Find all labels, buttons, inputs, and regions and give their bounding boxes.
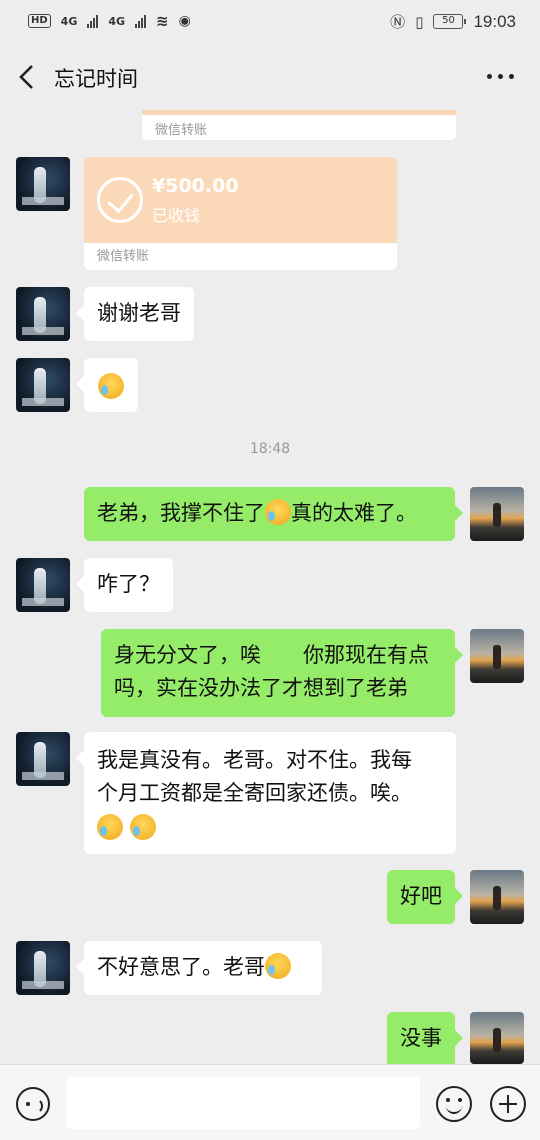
signal-icon-2 — [135, 14, 147, 28]
message-text-line1: 身无分文了，唉 你那现在有点 — [114, 643, 429, 667]
message-text: 谢谢老哥 — [97, 301, 181, 325]
message-text-line2: 吗，实在没办法了才想到了老弟 — [114, 676, 408, 700]
message-bubble-incoming[interactable] — [76, 358, 138, 412]
transfer-state: 已收钱 — [152, 206, 201, 225]
back-arrow-icon[interactable] — [16, 64, 38, 90]
chat-title: 忘记时间 — [54, 67, 138, 91]
check-circle-icon — [97, 177, 143, 223]
message-bubble-incoming[interactable]: 不好意思了。老哥 — [76, 941, 322, 995]
hd-badge: HD — [28, 14, 51, 28]
message-bubble-outgoing[interactable]: 好吧 — [387, 870, 463, 924]
avatar-contact[interactable] — [16, 941, 70, 995]
nfc-icon: Ⓝ — [390, 13, 406, 31]
sound-icon: ◉ — [178, 13, 191, 29]
avatar-self[interactable] — [470, 629, 524, 683]
crying-laughing-emoji-icon — [97, 814, 123, 840]
crying-laughing-emoji-icon — [129, 814, 156, 840]
input-bar — [0, 1064, 540, 1140]
avatar-self[interactable] — [470, 487, 524, 541]
avatar-contact[interactable] — [16, 732, 70, 786]
avatar-contact[interactable] — [16, 358, 70, 412]
transfer-card[interactable]: ¥500.00 已收钱 微信转账 — [84, 157, 397, 270]
avatar-self[interactable] — [470, 1012, 524, 1064]
message-bubble-outgoing[interactable]: 没事 — [387, 1012, 463, 1064]
message-text-line2: 个月工资都是全寄回家还债。唉。 — [97, 781, 412, 805]
message-emoji-row — [97, 812, 443, 845]
message-text: 老弟，我撑不住了 — [97, 501, 265, 525]
crying-laughing-emoji-icon — [265, 953, 291, 979]
message-bubble-incoming[interactable]: 我是真没有。老哥。对不住。我每 个月工资都是全寄回家还债。唉。 — [76, 732, 456, 854]
crying-laughing-emoji-icon — [98, 373, 124, 399]
wifi-icon: ≋ — [156, 12, 169, 30]
message-text-line1: 我是真没有。老哥。对不住。我每 — [97, 748, 412, 772]
message-bubble-incoming[interactable]: 咋了？ — [76, 558, 173, 612]
message-text: 没事 — [400, 1026, 442, 1050]
message-text: 咋了？ — [97, 572, 160, 596]
network-4g-label: 4G — [60, 14, 78, 28]
status-bar: HD 4G 4G ≋ ◉ Ⓝ ▯ 50 19:03 — [0, 0, 540, 44]
status-right: Ⓝ ▯ 50 19:03 — [390, 11, 516, 32]
signal-icon — [87, 14, 99, 28]
network-4g-label-2: 4G — [108, 14, 126, 28]
time-divider: 18:48 — [249, 441, 291, 457]
avatar-self[interactable] — [470, 870, 524, 924]
voice-input-icon[interactable] — [16, 1087, 50, 1121]
message-input[interactable] — [66, 1077, 420, 1129]
transfer-label: 微信转账 — [97, 249, 150, 264]
message-bubble-outgoing[interactable]: 老弟，我撑不住了 真的太难了。 — [84, 487, 463, 541]
transfer-amount: ¥500.00 — [152, 175, 239, 197]
avatar-contact[interactable] — [16, 287, 70, 341]
more-options-icon[interactable] — [487, 74, 514, 79]
message-bubble-incoming[interactable]: 谢谢老哥 — [76, 287, 194, 341]
message-text: 不好意思了。老哥 — [97, 955, 265, 979]
avatar-contact[interactable] — [16, 157, 70, 211]
plus-icon[interactable] — [490, 1086, 526, 1122]
transfer-label: 微信转账 — [155, 123, 208, 138]
avatar-contact[interactable] — [16, 558, 70, 612]
vibrate-icon: ▯ — [415, 12, 424, 31]
message-bubble-outgoing[interactable]: 身无分文了，唉 你那现在有点 吗，实在没办法了才想到了老弟 — [101, 629, 463, 717]
message-text: 好吧 — [400, 884, 442, 908]
status-left: HD 4G 4G ≋ ◉ — [28, 12, 191, 30]
emoji-icon[interactable] — [436, 1086, 472, 1122]
battery-icon: 50 — [433, 14, 467, 29]
message-text-cont: 真的太难了。 — [291, 501, 417, 525]
transfer-card-previous[interactable]: 微信转账 — [142, 110, 456, 140]
crying-emoji-icon — [265, 499, 291, 525]
status-time: 19:03 — [473, 11, 516, 31]
chat-header: 忘记时间 — [0, 44, 540, 110]
